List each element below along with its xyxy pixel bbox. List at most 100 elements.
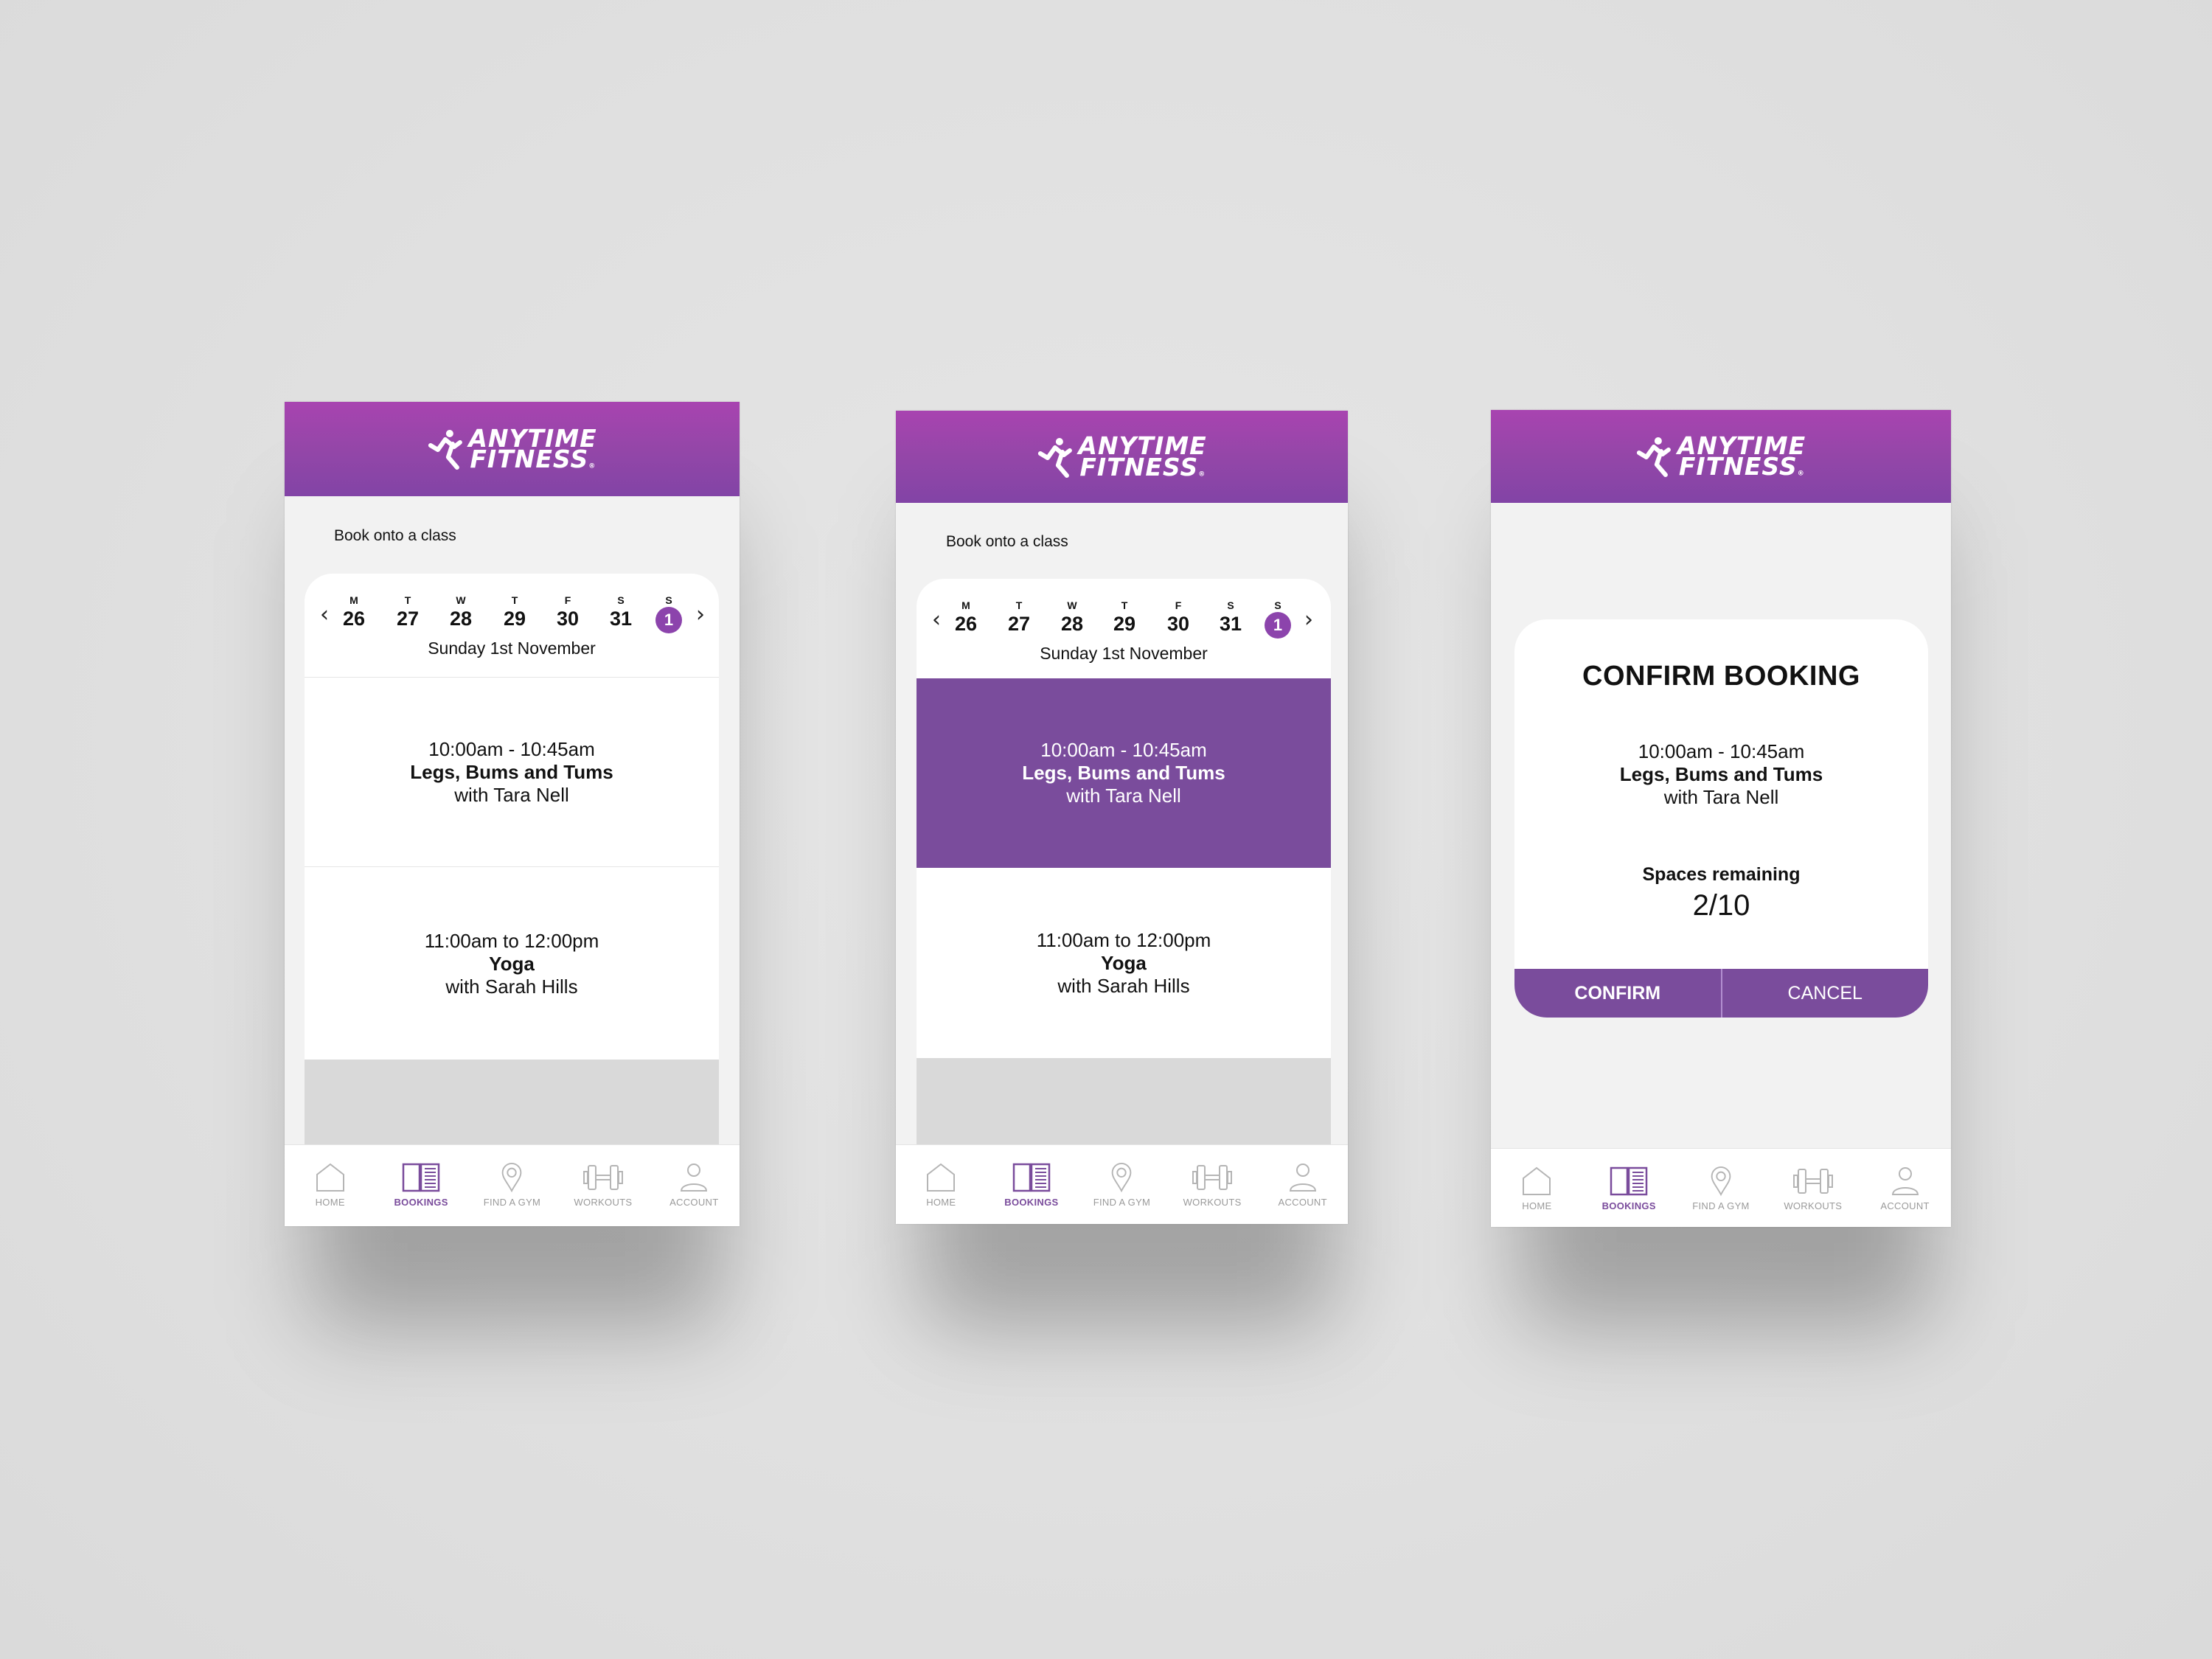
home-icon (925, 1163, 957, 1192)
location-pin-icon (501, 1163, 523, 1192)
class-time: 11:00am to 12:00pm (424, 929, 599, 952)
class-name: Yoga (1101, 951, 1147, 974)
nav-item-home[interactable]: HOME (1491, 1149, 1583, 1227)
day-number[interactable]: 30 (1167, 613, 1189, 636)
class-name: Legs, Bums and Tums (1619, 763, 1823, 785)
nav-label: WORKOUTS (1183, 1197, 1242, 1208)
bottom-nav: HOME BOOKINGS FIND A GYM WORKOUTS ACCOUNT (896, 1144, 1348, 1224)
nav-label: HOME (926, 1197, 956, 1208)
cancel-button[interactable]: CANCEL (1722, 969, 1929, 1018)
nav-label: BOOKINGS (1601, 1200, 1656, 1211)
day-number[interactable]: 28 (1061, 613, 1083, 636)
dialog-actions: CONFIRM CANCEL (1514, 969, 1928, 1018)
running-man-icon (427, 428, 467, 470)
nav-label: ACCOUNT (1880, 1200, 1930, 1211)
day-of-week: M (961, 599, 970, 611)
prev-week-icon[interactable]: ‹ (320, 602, 329, 627)
nav-label: FIND A GYM (1692, 1200, 1750, 1211)
app-header: ANYTIME FITNESS® (896, 411, 1348, 503)
account-icon (1891, 1166, 1920, 1196)
prev-week-icon[interactable]: ‹ (932, 607, 941, 633)
running-man-icon (1037, 436, 1077, 479)
nav-item-bookings[interactable]: BOOKINGS (1583, 1149, 1675, 1227)
class-name: Yoga (489, 952, 535, 975)
spaces-remaining-label: Spaces remaining (1642, 864, 1801, 885)
nav-label: BOOKINGS (394, 1197, 448, 1208)
day-number[interactable]: 27 (397, 608, 419, 630)
nav-label: FIND A GYM (1093, 1197, 1151, 1208)
nav-item-home[interactable]: HOME (896, 1145, 987, 1224)
day-number[interactable]: 31 (1220, 613, 1242, 636)
bookings-icon (402, 1163, 440, 1192)
nav-item-find-a-gym[interactable]: FIND A GYM (467, 1145, 557, 1226)
class-card-selected[interactable]: 10:00am - 10:45am Legs, Bums and Tums wi… (917, 678, 1331, 868)
nav-label: ACCOUNT (1278, 1197, 1327, 1208)
day-number[interactable]: 26 (343, 608, 365, 630)
day-number[interactable]: 29 (1113, 613, 1135, 636)
day-number[interactable]: 31 (610, 608, 632, 630)
nav-item-home[interactable]: HOME (285, 1145, 375, 1226)
day-number[interactable]: 30 (557, 608, 579, 630)
day-number[interactable]: 29 (504, 608, 526, 630)
selected-date-label: Sunday 1st November (428, 639, 596, 658)
location-pin-icon (1710, 1166, 1732, 1196)
spaces-remaining-value: 2/10 (1692, 889, 1750, 922)
class-name: Legs, Bums and Tums (410, 760, 613, 783)
home-icon (1520, 1166, 1553, 1196)
page-title: Book onto a class (946, 533, 1068, 550)
nav-item-account[interactable]: ACCOUNT (1859, 1149, 1951, 1227)
day-number[interactable]: 26 (955, 613, 977, 636)
confirm-button[interactable]: CONFIRM (1514, 969, 1722, 1018)
app-header: ANYTIME FITNESS® (1491, 410, 1951, 503)
day-of-week: T (1121, 599, 1128, 611)
nav-item-bookings[interactable]: BOOKINGS (375, 1145, 466, 1226)
nav-item-workouts[interactable]: WORKOUTS (557, 1145, 648, 1226)
nav-label: WORKOUTS (574, 1197, 633, 1208)
nav-label: ACCOUNT (669, 1197, 719, 1208)
app-header: ANYTIME FITNESS® (285, 402, 740, 496)
phone-screen-class-selected: ANYTIME FITNESS® Book onto a class ‹ M T… (896, 411, 1348, 1224)
nav-item-account[interactable]: ACCOUNT (649, 1145, 740, 1226)
next-week-icon[interactable]: › (696, 602, 705, 627)
class-name: Legs, Bums and Tums (1022, 762, 1225, 784)
day-of-week: F (1175, 599, 1182, 611)
date-picker: ‹ M T W T F S S 26 27 28 29 30 31 1 › Su… (305, 574, 719, 677)
nav-item-workouts[interactable]: WORKOUTS (1767, 1149, 1859, 1227)
anytime-fitness-logo: ANYTIME FITNESS® (1636, 433, 1806, 479)
selected-day[interactable]: 1 (655, 607, 682, 633)
day-of-week: T (404, 594, 411, 606)
nav-label: HOME (1522, 1200, 1552, 1211)
nav-label: FIND A GYM (483, 1197, 541, 1208)
day-of-week: S (1274, 599, 1281, 611)
selected-day[interactable]: 1 (1265, 612, 1291, 639)
next-week-icon[interactable]: › (1304, 607, 1313, 633)
day-number[interactable]: 27 (1008, 613, 1030, 636)
class-card[interactable]: 11:00am to 12:00pm Yoga with Sarah Hills (917, 868, 1331, 1058)
selected-date-label: Sunday 1st November (1040, 644, 1208, 663)
day-of-week: S (665, 594, 672, 606)
class-time: 10:00am - 10:45am (1040, 739, 1207, 761)
registered-mark: ® (588, 462, 597, 470)
class-instructor: with Tara Nell (1663, 786, 1779, 808)
dialog-title: CONFIRM BOOKING (1582, 661, 1860, 692)
account-icon (679, 1163, 709, 1192)
nav-item-workouts[interactable]: WORKOUTS (1167, 1145, 1258, 1224)
phone-screen-class-list: ANYTIME FITNESS® Book onto a class ‹ M T… (285, 402, 740, 1226)
brand-line-2: FITNESS (1079, 452, 1199, 481)
nav-label: BOOKINGS (1004, 1197, 1059, 1208)
class-instructor: with Tara Nell (1066, 785, 1181, 807)
bookings-icon (1610, 1166, 1648, 1196)
class-card[interactable]: 10:00am - 10:45am Legs, Bums and Tums wi… (305, 677, 719, 866)
nav-item-find-a-gym[interactable]: FIND A GYM (1077, 1145, 1167, 1224)
class-card[interactable]: 11:00am to 12:00pm Yoga with Sarah Hills (305, 866, 719, 1060)
phone-screen-confirm-booking: ANYTIME FITNESS® CONFIRM BOOKING 10:00am… (1491, 410, 1951, 1227)
nav-item-account[interactable]: ACCOUNT (1257, 1145, 1348, 1224)
nav-item-find-a-gym[interactable]: FIND A GYM (1675, 1149, 1767, 1227)
day-of-week: W (456, 594, 466, 606)
class-time: 10:00am - 10:45am (428, 737, 595, 760)
day-of-week: M (349, 594, 358, 606)
nav-item-bookings[interactable]: BOOKINGS (987, 1145, 1077, 1224)
nav-label: HOME (315, 1197, 345, 1208)
confirm-booking-dialog: CONFIRM BOOKING 10:00am - 10:45am Legs, … (1514, 619, 1928, 1018)
day-number[interactable]: 28 (450, 608, 472, 630)
